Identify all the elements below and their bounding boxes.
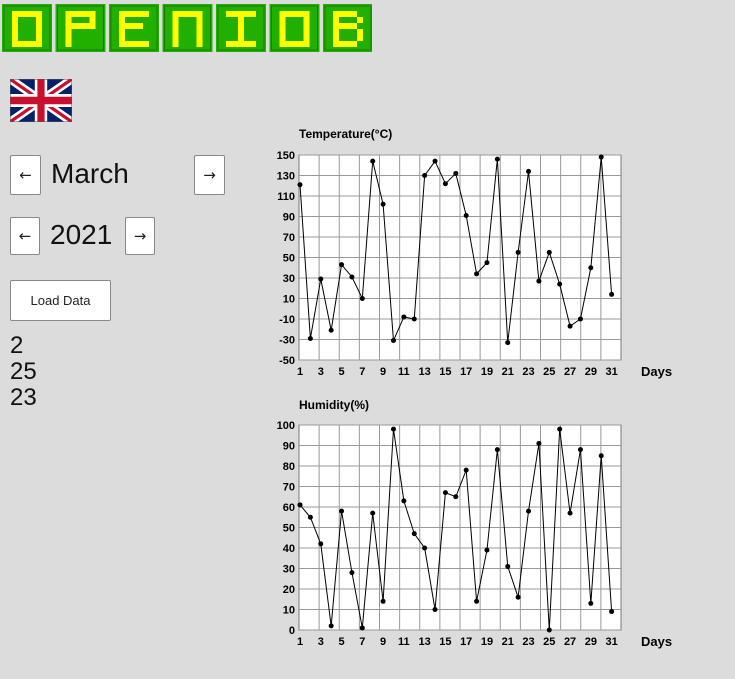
data-point: [318, 276, 324, 282]
data-point: [588, 265, 594, 271]
data-point: [432, 158, 438, 164]
y-tick-label: -10: [279, 314, 295, 326]
data-point: [328, 327, 334, 333]
x-tick-label: 11: [398, 366, 410, 378]
data-point: [411, 316, 417, 322]
y-tick-label: 130: [277, 171, 295, 183]
x-tick-label: 13: [419, 366, 431, 378]
data-point: [380, 201, 386, 207]
x-tick-label: 29: [585, 366, 597, 378]
x-tick-label: 7: [359, 366, 365, 378]
data-point: [505, 340, 511, 346]
data-point: [526, 168, 532, 174]
x-tick-label: 15: [439, 366, 451, 378]
data-point: [598, 154, 604, 160]
data-point: [609, 291, 615, 297]
data-point: [474, 271, 480, 277]
x-tick-label: 23: [522, 366, 534, 378]
data-point: [567, 323, 573, 329]
data-point: [557, 281, 563, 287]
x-tick-label: 25: [543, 366, 555, 378]
data-point: [422, 173, 428, 178]
temperature-chart: Temperature(°C) 150 130 110 90 70 50 30 10 -10 -30…: [277, 127, 672, 379]
data-point: [453, 170, 459, 176]
x-tick-label: 3: [318, 366, 324, 378]
data-point: [463, 212, 469, 218]
data-point: [390, 338, 396, 344]
y-tick-label: -50: [279, 355, 295, 367]
data-point: [359, 296, 365, 301]
x-tick-label: 9: [380, 366, 386, 378]
data-point: [515, 249, 521, 255]
y-tick-label: 10: [283, 294, 295, 306]
y-tick-label: 110: [277, 191, 295, 203]
data-point: [307, 335, 313, 341]
data-point: [339, 262, 345, 268]
y-tick-label: 50: [283, 253, 295, 265]
data-point: [484, 260, 490, 266]
x-tick-label: 27: [564, 366, 576, 378]
y-tick-label: -30: [279, 335, 295, 347]
y-tick-label: 90: [283, 212, 295, 224]
y-tick-label: 70: [283, 232, 295, 244]
data-point: [349, 274, 355, 280]
x-axis-label: Days: [641, 364, 672, 379]
x-tick-label: 19: [481, 366, 493, 378]
data-point: [494, 156, 500, 162]
data-point: [297, 182, 303, 188]
x-tick-label: 1: [297, 366, 303, 378]
data-point: [401, 314, 407, 320]
data-point: [536, 278, 542, 284]
x-tick-label: 17: [460, 366, 472, 378]
chart-title: Temperature(°C): [299, 127, 392, 141]
data-point: [442, 181, 448, 187]
x-tick-label: 21: [502, 366, 514, 378]
data-point: [546, 249, 552, 255]
data-point: [577, 316, 583, 322]
y-tick-label: 30: [283, 273, 295, 285]
x-tick-label: 31: [605, 366, 617, 378]
y-tick-label: 150: [277, 150, 295, 162]
x-tick-label: 5: [338, 366, 344, 378]
data-point: [370, 158, 376, 164]
